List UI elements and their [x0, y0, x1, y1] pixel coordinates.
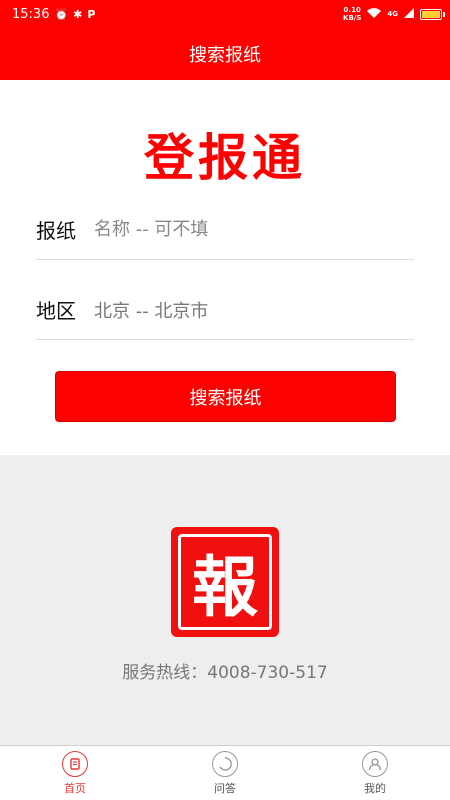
newspaper-input[interactable]: [94, 219, 394, 240]
brand-title: 登报通: [144, 129, 306, 187]
nav-item-profile[interactable]: 我的: [300, 746, 450, 800]
battery-icon: [420, 8, 445, 20]
alarm-icon: ⏰: [54, 7, 69, 21]
service-hotline: 服务热线：4008-730-517: [122, 663, 328, 683]
search-form: 登报通 报纸 地区 北京 -- 北京市 搜索报纸: [0, 80, 450, 455]
battery-fill: [422, 10, 440, 18]
net-speed: 0.10 KB/S: [343, 6, 361, 22]
newspaper-field-row: 报纸: [36, 200, 414, 260]
wifi-icon: [366, 7, 382, 21]
newspaper-seal-logo: 報: [171, 527, 279, 637]
net-speed-value: 0.10: [343, 6, 361, 14]
app-header: 15:36 ⏰ ✱ P 0.10 KB/S 4G 搜索报纸: [0, 0, 450, 80]
newspaper-label: 报纸: [36, 219, 76, 243]
search-button[interactable]: 搜索报纸: [55, 371, 396, 422]
parking-app-icon: P: [87, 7, 96, 21]
status-time: 15:36: [12, 6, 50, 22]
signal-icon: [403, 7, 415, 21]
profile-icon: [362, 750, 388, 777]
info-section: 報 服务热线：4008-730-517: [0, 455, 450, 745]
bottom-nav: 首页 问答 我的: [0, 745, 450, 800]
status-right: 0.10 KB/S 4G: [343, 6, 445, 22]
nav-label-qa: 问答: [214, 781, 236, 795]
signal-label: 4G: [387, 9, 398, 18]
region-select[interactable]: 北京 -- 北京市: [94, 297, 208, 323]
qa-icon: [212, 750, 238, 777]
page-title: 搜索报纸: [189, 45, 261, 66]
net-speed-unit: KB/S: [343, 14, 362, 22]
region-label: 地区: [36, 299, 76, 323]
nav-label-home: 首页: [64, 781, 86, 795]
status-left: 15:36 ⏰ ✱ P: [12, 7, 95, 22]
region-field-row[interactable]: 地区 北京 -- 北京市: [36, 280, 414, 340]
seal-character: 報: [178, 534, 272, 630]
home-icon: [62, 750, 88, 777]
bluetooth-icon: ✱: [73, 7, 83, 21]
nav-item-home[interactable]: 首页: [0, 746, 150, 800]
status-bar: 15:36 ⏰ ✱ P 0.10 KB/S 4G: [0, 0, 450, 28]
nav-label-profile: 我的: [364, 781, 386, 795]
nav-item-qa[interactable]: 问答: [150, 746, 300, 800]
